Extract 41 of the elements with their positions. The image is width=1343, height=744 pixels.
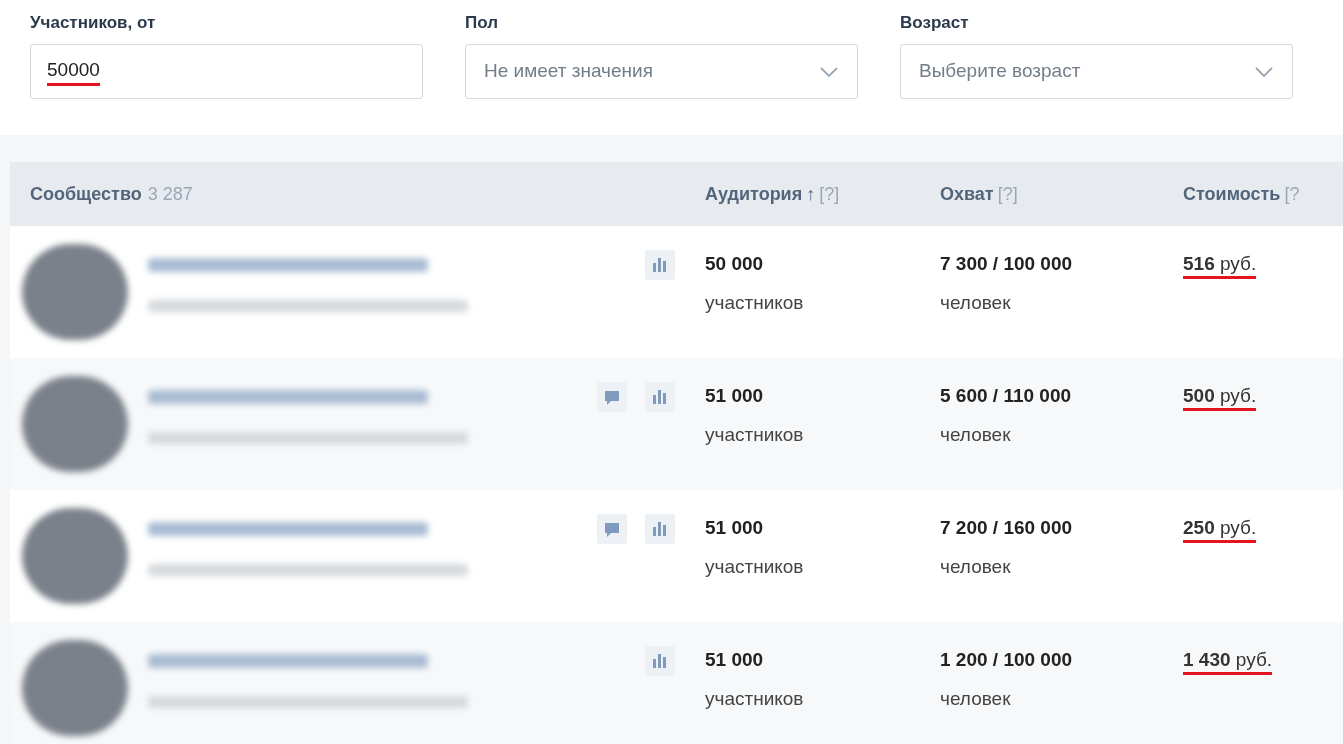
bar-chart-icon[interactable] [645, 646, 675, 676]
reach-value: 7 200 / 160 000 [940, 516, 1074, 540]
reach-unit: человек [940, 290, 1012, 315]
audience-value: 51 000 [705, 648, 765, 672]
chevron-down-icon [1254, 65, 1274, 78]
reach-unit: человек [940, 686, 1012, 711]
reach-value: 7 300 / 100 000 [940, 252, 1074, 276]
audience-unit: участников [705, 686, 805, 711]
select-dropdown[interactable]: Выберите возраст [900, 44, 1293, 99]
reach-value: 1 200 / 100 000 [940, 648, 1074, 672]
bar-chart-icon[interactable] [645, 250, 675, 280]
bar-chart-icon[interactable] [645, 382, 675, 412]
community-count: 3 287 [147, 182, 193, 206]
column-title[interactable]: Стоимость [1183, 180, 1281, 208]
sort-arrow: ↑ [806, 182, 816, 206]
filter-label: Пол [465, 12, 499, 34]
select-dropdown[interactable]: Не имеет значения [465, 44, 858, 99]
input-field[interactable]: 50000 [30, 44, 423, 99]
comment-icon[interactable] [597, 514, 627, 544]
column-title[interactable]: Аудитория [705, 180, 803, 208]
column-title: Сообщество [30, 182, 142, 206]
filter-label: Участников, от [30, 12, 157, 34]
price-value: 250 руб. [1183, 517, 1257, 543]
filter-label: Возраст [900, 12, 970, 34]
audience-unit: участников [705, 290, 805, 315]
audience-unit: участников [705, 422, 805, 447]
price-value: 500 руб. [1183, 385, 1257, 411]
price-value: 1 430 руб. [1183, 649, 1273, 675]
audience-value: 51 000 [705, 384, 765, 408]
bar-chart-icon[interactable] [645, 514, 675, 544]
price-value: 516 руб. [1183, 253, 1257, 279]
comment-icon[interactable] [597, 382, 627, 412]
reach-value: 5 600 / 110 000 [940, 384, 1072, 408]
audience-unit: участников [705, 554, 805, 579]
audience-value: 51 000 [705, 516, 765, 540]
field-value: 50000 [47, 57, 100, 86]
chevron-down-icon [819, 65, 839, 78]
column-title[interactable]: Охват [940, 180, 994, 208]
reach-unit: человек [940, 554, 1012, 579]
reach-unit: человек [940, 422, 1012, 447]
audience-value: 50 000 [705, 252, 765, 276]
